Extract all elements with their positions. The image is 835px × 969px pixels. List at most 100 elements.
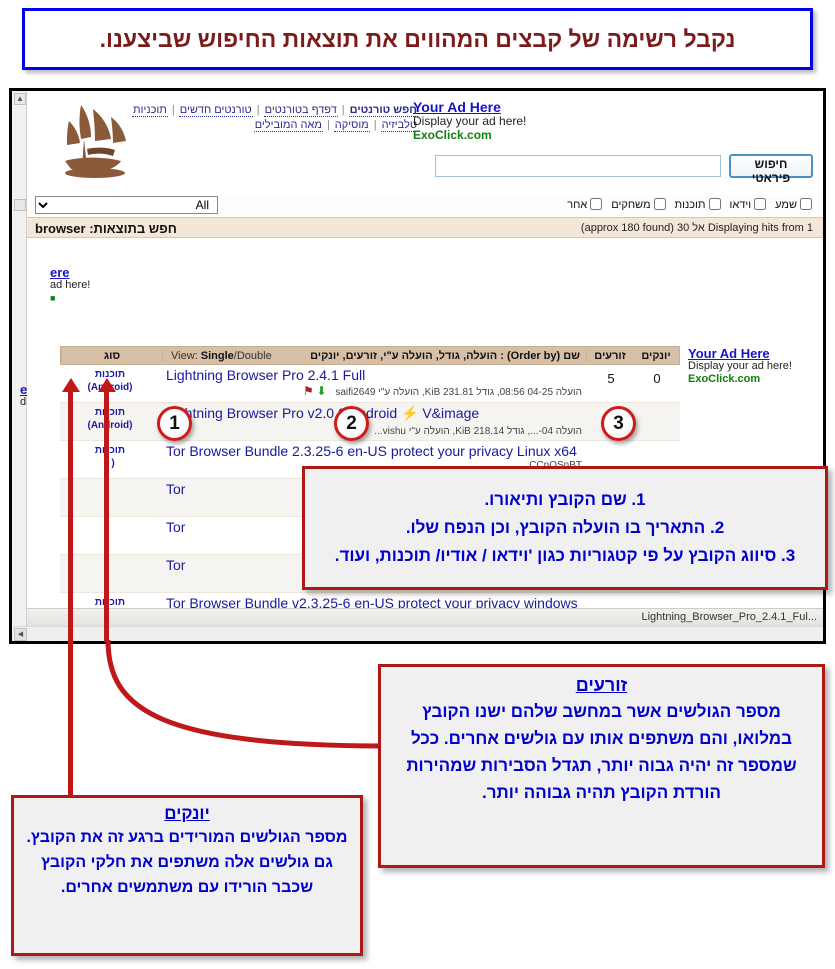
column-header-name-text: שם (Order by) : הועלה, גודל, הועלה ע"י, … [310,349,580,362]
left-ad-brand-icon: ■ [50,293,56,303]
vertical-scrollbar[interactable]: ▲ [12,91,27,641]
table-row[interactable]: תוכנות (Android) Lightning Browser Pro v… [60,403,680,441]
row-category-line1[interactable]: תוכנות [95,597,125,608]
checkbox-label-applications[interactable]: תוכנות [674,198,722,211]
page-root: נקבל רשימה של קבצים המהווים את תוצאות הח… [0,0,835,969]
checkbox-text-other: אחר [567,199,588,211]
title-banner-text: נקבל רשימה של קבצים המהווים את תוצאות הח… [99,25,736,52]
numbered-explanation-line-1: 1. שם הקובץ ותיאורו. [484,490,646,509]
table-row[interactable]: תוכנות (Android) Lightning Browser Pro 2… [60,365,680,403]
checkbox-label-other[interactable]: אחר [567,198,603,211]
row-meta-text: הועלה 04-25 08:56, גודל 231.81 KiB, הועל… [335,387,582,398]
horizontal-scrollbar[interactable]: ◀ [12,626,823,641]
row-leechers: 0 [653,371,661,386]
row-category: תוכנות (Android) [60,403,160,440]
seeders-explanation-content: זורעים מספר הגולשים אשר במחשב שלהם ישנו … [395,675,808,806]
checkbox-games[interactable] [653,198,666,210]
left-side-advertisement: ere ad here! ■ [50,266,90,305]
row-category: תוכנות ( ) [60,441,160,478]
numbered-explanation-text: 1. שם הקובץ ותיאורו. 2. התאריך בו הועלה … [335,486,796,570]
results-right-advertisement: Your Ad Here Display your ad here! ExoCl… [688,347,823,386]
nav-link-top-100[interactable]: מאה המובילים [253,119,323,132]
left-ad-title-link[interactable]: ere [50,266,90,279]
search-input[interactable] [435,155,721,177]
scroll-left-arrow-icon[interactable]: ◀ [14,628,27,641]
view-label: View: [171,349,198,362]
left-ad2-subtitle: d [20,396,27,408]
row-meta-text: הועלה 04-..., גודל 218.14 KiB, הועלה ע"י… [374,426,582,437]
nav-link-music[interactable]: מוסיקה [333,119,370,132]
ad-subtitle: Display your ad here! [413,114,527,128]
left-ad-subtitle: ad here! [50,279,91,291]
nav-separator: | [326,119,330,131]
checkbox-applications[interactable] [708,198,721,210]
seeders-connector-curve [105,640,389,749]
scroll-up-arrow-icon[interactable]: ▲ [14,93,26,105]
column-header-name[interactable]: שם (Order by) : הועלה, גודל, הועלה ע"י, … [162,349,586,362]
title-banner: נקבל רשימה של קבצים המהווים את תוצאות הח… [22,8,813,70]
checkbox-text-applications: תוכנות [674,199,706,211]
column-header-leechers[interactable]: יונקים [633,350,679,362]
arrow-shaft-seeders [104,392,109,642]
site-header: חפש טורנטים|דפדף בטורנטים|טורנטים חדשים|… [27,91,823,195]
category-checkbox-group: שמע וידאו תוכנות משחקים אחר [559,198,813,211]
checkbox-text-audio: שמע [775,199,797,211]
view-option-single[interactable]: Single [201,350,234,362]
checkbox-audio[interactable] [800,198,812,210]
column-header-seeders[interactable]: זורעים [586,349,633,362]
step-badge-3-number: 3 [613,412,624,434]
numbered-explanation-callout: 1. שם הקובץ ותיאורו. 2. התאריך בו הועלה … [302,466,828,590]
row-title-link[interactable]: Lightning Browser Pro v2.0.0 Android ⚡ V… [166,405,582,422]
scroll-thumb[interactable] [14,199,26,211]
row-category [60,555,160,592]
search-filter-row: שמע וידאו תוכנות משחקים אחר All [27,195,823,216]
site-nav-row-2: טלביזיה|מוסיקה|מאה המובילים [123,118,418,133]
checkbox-label-audio[interactable]: שמע [775,198,813,211]
step-badge-1: 1 [157,406,192,441]
arrow-head-seeders-icon [98,378,116,392]
seeders-heading: זורעים [575,675,628,695]
row-title-link[interactable]: Tor Browser Bundle 2.3.25-6 en-US protec… [166,443,582,459]
search-row: חיפוש פיראטי [133,154,813,185]
row-category-line1[interactable]: תוכנות [95,445,125,456]
checkbox-video[interactable] [754,198,767,210]
row-category-line1[interactable]: תוכנות [95,407,125,418]
nav-link-applications[interactable]: תוכניות [132,104,168,117]
view-option-double[interactable]: Double [237,350,272,362]
nav-link-recent-torrents[interactable]: טורנטים חדשים [178,104,253,117]
nav-link-search-torrents[interactable]: חפש טורנטים [348,104,418,117]
checkbox-label-games[interactable]: משחקים [611,198,666,211]
search-button[interactable]: חיפוש פיראטי [729,154,813,185]
results-ad-title-link[interactable]: Your Ad Here [688,347,823,360]
row-meta: הועלה 04-..., גודל 218.14 KiB, הועלה ע"י… [166,423,582,437]
step-badge-1-number: 1 [169,412,180,434]
row-name-cell: Lightning Browser Pro v2.0.0 Android ⚡ V… [160,403,588,440]
magnet-link-icon[interactable]: ⬇ [317,384,327,398]
leechers-explanation-callout: יונקים מספר הגולשים המורידים ברגע זה את … [11,795,363,956]
row-meta: הועלה 04-25 08:56, גודל 231.81 KiB, הועל… [166,384,582,398]
left-ad2-title-link[interactable]: e [20,383,27,396]
checkbox-label-video[interactable]: וידאו [730,198,768,211]
row-category [60,517,160,554]
step-badge-2-number: 2 [346,412,357,434]
column-header-type[interactable]: סוג [61,349,162,362]
leechers-connector-line [68,744,73,796]
site-nav: חפש טורנטים|דפדף בטורנטים|טורנטים חדשים|… [123,103,418,133]
nav-separator: | [341,104,345,116]
ad-title-link[interactable]: Your Ad Here [413,100,526,114]
view-mode-switch: View: Single/Double [171,350,272,362]
results-query-term: browser [35,221,86,236]
numbered-explanation-line-2: 2. התאריך בו הועלה הקובץ, וכן הנפח שלו. [405,518,725,537]
top-advertisement: Your Ad Here Display your ad here! ExoCl… [413,100,526,142]
row-action-icons: ⬇ ⚑ [303,384,327,398]
arrow-head-leechers-icon [62,378,80,392]
report-flag-icon[interactable]: ⚑ [303,384,314,398]
category-select[interactable]: All [35,196,218,214]
row-category-line2[interactable]: (Android) [87,420,132,431]
ad-brand: ExoClick.com [413,128,492,142]
results-ad-brand: ExoClick.com [688,373,761,385]
nav-link-browse-torrents[interactable]: דפדף בטורנטים [263,104,338,117]
checkbox-other[interactable] [590,198,603,210]
row-title-link[interactable]: Lightning Browser Pro 2.4.1 Full [166,367,582,383]
results-query-prefix: חפש בתוצאות: [89,221,177,236]
